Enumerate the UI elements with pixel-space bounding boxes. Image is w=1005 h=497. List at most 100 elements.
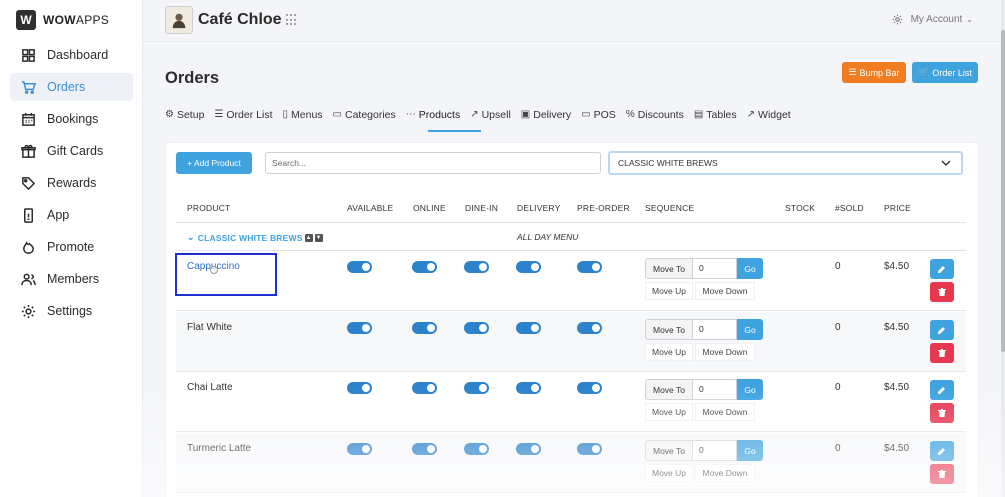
pre-order-toggle[interactable] <box>577 261 602 273</box>
available-toggle[interactable] <box>347 443 372 455</box>
gear-icon <box>20 303 36 319</box>
move-up-icon[interactable]: ▲ <box>304 233 313 242</box>
tab-categories[interactable]: ▭ Categories <box>333 107 396 122</box>
logo-text: WOWAPPS <box>43 13 110 27</box>
chevron-down-icon: ⌄ <box>187 232 195 242</box>
table-row: Cappuccino Move To 0 Go Move Up Move Dow… <box>176 251 966 311</box>
move-down-button[interactable]: Move Down <box>695 464 755 482</box>
go-button[interactable]: Go <box>737 379 763 400</box>
sequence-input[interactable]: 0 <box>693 319 737 340</box>
go-button[interactable]: Go <box>737 319 763 340</box>
store-logo[interactable] <box>165 6 193 34</box>
move-up-button[interactable]: Move Up <box>645 282 693 300</box>
dine-in-toggle[interactable] <box>464 382 489 394</box>
tab-order-list[interactable]: ☰ Order List <box>214 107 272 122</box>
pre-order-toggle[interactable] <box>577 443 602 455</box>
sidebar-item-settings[interactable]: Settings <box>10 297 133 325</box>
edit-button[interactable] <box>930 380 954 400</box>
dine-in-toggle[interactable] <box>464 443 489 455</box>
available-toggle[interactable] <box>347 322 372 334</box>
available-toggle[interactable] <box>347 261 372 273</box>
available-toggle[interactable] <box>347 382 372 394</box>
go-button[interactable]: Go <box>737 258 763 279</box>
col-header-dine-in: DINE-IN <box>465 203 499 213</box>
tab-tables[interactable]: ▤ Tables <box>694 107 737 122</box>
tab-label: Delivery <box>533 108 572 121</box>
product-name-link[interactable]: Chai Latte <box>187 382 233 393</box>
tab-setup[interactable]: ⚙ Setup <box>165 107 204 122</box>
delete-button[interactable] <box>930 282 954 302</box>
sequence-input[interactable]: 0 <box>693 440 737 461</box>
tab-products[interactable]: ⋯ Products <box>406 107 460 122</box>
mobile-icon <box>20 207 36 223</box>
delivery-toggle[interactable] <box>516 322 541 334</box>
move-down-button[interactable]: Move Down <box>695 403 755 421</box>
tab-delivery[interactable]: ▣ Delivery <box>521 107 571 122</box>
pre-order-toggle[interactable] <box>577 322 602 334</box>
move-down-button[interactable]: Move Down <box>695 343 755 361</box>
edit-button[interactable] <box>930 441 954 461</box>
tab-label: Setup <box>176 108 205 121</box>
dine-in-toggle[interactable] <box>464 261 489 273</box>
sidebar: W WOWAPPS Dashboard Orders Bookings Gift… <box>0 0 143 497</box>
trash-icon <box>938 349 946 357</box>
tab-label: Products <box>418 108 461 121</box>
sidebar-item-label: Dashboard <box>47 48 109 62</box>
add-product-button[interactable]: + Add Product <box>176 152 252 174</box>
pencil-icon <box>938 266 945 273</box>
sidebar-item-orders[interactable]: Orders <box>10 73 133 101</box>
gear-icon: ⚙ <box>165 109 174 120</box>
online-toggle[interactable] <box>412 443 437 455</box>
sequence-input[interactable]: 0 <box>693 258 737 279</box>
sidebar-item-bookings[interactable]: Bookings <box>10 105 133 133</box>
product-name-link[interactable]: Flat White <box>187 322 232 333</box>
edit-button[interactable] <box>930 259 954 279</box>
go-button[interactable]: Go <box>737 440 763 461</box>
category-group-toggle[interactable]: ⌄ CLASSIC WHITE BREWS ▲ ▼ <box>187 232 323 243</box>
tab-widget[interactable]: ↗ Widget <box>747 107 791 122</box>
search-input[interactable]: Search... <box>265 152 601 174</box>
delete-button[interactable] <box>930 464 954 484</box>
delivery-toggle[interactable] <box>516 443 541 455</box>
dine-in-toggle[interactable] <box>464 322 489 334</box>
account-menu[interactable]: My Account ⌄ <box>892 14 973 25</box>
move-up-button[interactable]: Move Up <box>645 343 693 361</box>
delivery-toggle[interactable] <box>516 261 541 273</box>
sidebar-item-app[interactable]: App <box>10 201 133 229</box>
trash-icon <box>938 409 946 417</box>
list-icon: ☰ <box>214 109 224 120</box>
sequence-input[interactable]: 0 <box>693 379 737 400</box>
pre-order-toggle[interactable] <box>577 382 602 394</box>
edit-button[interactable] <box>930 320 954 340</box>
online-toggle[interactable] <box>412 322 437 334</box>
online-toggle[interactable] <box>412 382 437 394</box>
tab-menus[interactable]: ▯ Menus <box>283 107 323 122</box>
sidebar-item-label: App <box>47 208 70 222</box>
order-list-button[interactable]: 🛒 Order List <box>912 62 978 83</box>
tab-discounts[interactable]: % Discounts <box>626 107 684 122</box>
tab-upsell[interactable]: ↗ Upsell <box>470 107 511 122</box>
online-toggle[interactable] <box>412 261 437 273</box>
sidebar-item-gift-cards[interactable]: Gift Cards <box>10 137 133 165</box>
category-select[interactable]: CLASSIC WHITE BREWS <box>608 151 963 175</box>
move-up-button[interactable]: Move Up <box>645 403 693 421</box>
sidebar-item-promote[interactable]: Promote <box>10 233 133 261</box>
tab-pos[interactable]: ▭ POS <box>581 107 616 122</box>
scrollbar-thumb[interactable] <box>1001 30 1005 352</box>
bump-bar-button[interactable]: ☰ Bump Bar <box>842 62 906 83</box>
move-down-icon[interactable]: ▼ <box>314 233 323 242</box>
tab-label: Discounts <box>637 108 684 121</box>
page-scrollbar[interactable] <box>1001 0 1005 497</box>
move-down-button[interactable]: Move Down <box>695 282 755 300</box>
move-up-button[interactable]: Move Up <box>645 464 693 482</box>
apps-grid-icon[interactable] <box>286 14 298 26</box>
app-logo[interactable]: W WOWAPPS <box>16 10 109 30</box>
delete-button[interactable] <box>930 343 954 363</box>
delete-button[interactable] <box>930 403 954 423</box>
chevron-down-icon <box>941 160 951 166</box>
sidebar-item-rewards[interactable]: Rewards <box>10 169 133 197</box>
product-name-link[interactable]: Turmeric Latte <box>187 443 251 454</box>
sidebar-item-dashboard[interactable]: Dashboard <box>10 41 133 69</box>
sidebar-item-members[interactable]: Members <box>10 265 133 293</box>
delivery-toggle[interactable] <box>516 382 541 394</box>
